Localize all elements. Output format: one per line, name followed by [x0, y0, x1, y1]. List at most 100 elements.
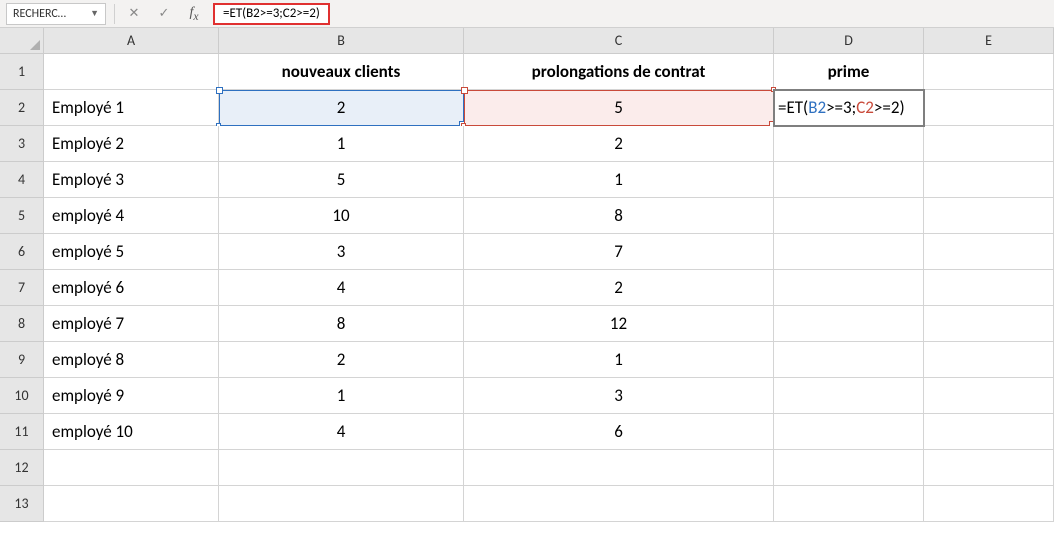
- chevron-down-icon: ▼: [90, 8, 99, 19]
- cell[interactable]: [774, 270, 924, 306]
- cancel-formula-button[interactable]: ✕: [123, 3, 145, 25]
- select-all-corner[interactable]: [0, 28, 44, 54]
- cell[interactable]: [774, 234, 924, 270]
- cell[interactable]: 1: [219, 126, 464, 162]
- cell[interactable]: 2: [219, 342, 464, 378]
- insert-function-button[interactable]: fx: [183, 3, 205, 25]
- cell[interactable]: 10: [219, 198, 464, 234]
- row-header[interactable]: 10: [0, 378, 44, 414]
- cell-d1[interactable]: prime: [774, 54, 924, 90]
- cell[interactable]: [774, 486, 924, 522]
- row-10: 10 employé 9 1 3: [0, 378, 1054, 414]
- formula-input[interactable]: =ET(B2>=3;C2>=2): [213, 3, 330, 25]
- row-header[interactable]: 8: [0, 306, 44, 342]
- cell[interactable]: [774, 450, 924, 486]
- cell[interactable]: employé 9: [44, 378, 219, 414]
- cell[interactable]: employé 10: [44, 414, 219, 450]
- col-header-a[interactable]: A: [44, 28, 219, 54]
- cell[interactable]: 8: [219, 306, 464, 342]
- row-13: 13: [0, 486, 1054, 522]
- col-header-e[interactable]: E: [924, 28, 1054, 54]
- cell[interactable]: [924, 486, 1054, 522]
- cell[interactable]: [774, 126, 924, 162]
- cell[interactable]: [924, 414, 1054, 450]
- cell-b2[interactable]: 2: [219, 90, 464, 126]
- cell[interactable]: employé 4: [44, 198, 219, 234]
- enter-formula-button[interactable]: ✓: [153, 3, 175, 25]
- cell[interactable]: 7: [464, 234, 774, 270]
- cell[interactable]: [464, 450, 774, 486]
- cell[interactable]: 1: [464, 342, 774, 378]
- cell-a1[interactable]: [44, 54, 219, 90]
- cell[interactable]: [464, 486, 774, 522]
- cell-b1[interactable]: nouveaux clients: [219, 54, 464, 90]
- cell[interactable]: 12: [464, 306, 774, 342]
- cell[interactable]: [924, 270, 1054, 306]
- cell[interactable]: 2: [464, 270, 774, 306]
- row-header[interactable]: 9: [0, 342, 44, 378]
- col-header-b[interactable]: B: [219, 28, 464, 54]
- row-header[interactable]: 2: [0, 90, 44, 126]
- cell[interactable]: [774, 414, 924, 450]
- cell[interactable]: [44, 450, 219, 486]
- row-7: 7 employé 6 4 2: [0, 270, 1054, 306]
- cell[interactable]: [774, 378, 924, 414]
- cell[interactable]: 3: [219, 234, 464, 270]
- cell[interactable]: [219, 486, 464, 522]
- cell[interactable]: employé 8: [44, 342, 219, 378]
- cell[interactable]: 2: [464, 126, 774, 162]
- cell-a2[interactable]: Employé 1: [44, 90, 219, 126]
- cell[interactable]: 3: [464, 378, 774, 414]
- row-5: 5 employé 4 10 8: [0, 198, 1054, 234]
- cell[interactable]: [924, 342, 1054, 378]
- cell[interactable]: 1: [219, 378, 464, 414]
- cell-c1[interactable]: prolongations de contrat: [464, 54, 774, 90]
- row-header[interactable]: 12: [0, 450, 44, 486]
- row-9: 9 employé 8 2 1: [0, 342, 1054, 378]
- cell[interactable]: [774, 162, 924, 198]
- cell-e1[interactable]: [924, 54, 1054, 90]
- cell[interactable]: [774, 198, 924, 234]
- cell[interactable]: [924, 306, 1054, 342]
- cell[interactable]: [924, 378, 1054, 414]
- cell[interactable]: [924, 450, 1054, 486]
- cell[interactable]: 1: [464, 162, 774, 198]
- cell[interactable]: [924, 162, 1054, 198]
- cell[interactable]: Employé 2: [44, 126, 219, 162]
- col-header-c[interactable]: C: [464, 28, 774, 54]
- editing-formula: =ET(B2>=3;C2>=2): [778, 97, 905, 118]
- cell[interactable]: Employé 3: [44, 162, 219, 198]
- cell[interactable]: [924, 126, 1054, 162]
- cell[interactable]: [924, 198, 1054, 234]
- cell[interactable]: 6: [464, 414, 774, 450]
- cell[interactable]: 8: [464, 198, 774, 234]
- cell[interactable]: 5: [219, 162, 464, 198]
- row-header[interactable]: 4: [0, 162, 44, 198]
- cell[interactable]: employé 5: [44, 234, 219, 270]
- row-header[interactable]: 1: [0, 54, 44, 90]
- cell[interactable]: [44, 486, 219, 522]
- row-4: 4 Employé 3 5 1: [0, 162, 1054, 198]
- cell[interactable]: employé 6: [44, 270, 219, 306]
- cell[interactable]: [774, 306, 924, 342]
- cell-d2-editing[interactable]: =ET(B2>=3;C2>=2): [774, 90, 924, 126]
- cell-c2[interactable]: 5: [464, 90, 774, 126]
- cell[interactable]: [924, 234, 1054, 270]
- formula-bar: RECHERC… ▼ ✕ ✓ fx =ET(B2>=3;C2>=2): [0, 0, 1054, 28]
- row-header[interactable]: 6: [0, 234, 44, 270]
- col-header-d[interactable]: D: [774, 28, 924, 54]
- row-header[interactable]: 11: [0, 414, 44, 450]
- row-header[interactable]: 5: [0, 198, 44, 234]
- row-header[interactable]: 7: [0, 270, 44, 306]
- cell-e2[interactable]: [924, 90, 1054, 126]
- row-3: 3 Employé 2 1 2: [0, 126, 1054, 162]
- cell[interactable]: [219, 450, 464, 486]
- cell[interactable]: 4: [219, 414, 464, 450]
- cell[interactable]: employé 7: [44, 306, 219, 342]
- name-box[interactable]: RECHERC… ▼: [6, 3, 106, 25]
- cell[interactable]: [774, 342, 924, 378]
- row-12: 12: [0, 450, 1054, 486]
- cell[interactable]: 4: [219, 270, 464, 306]
- row-header[interactable]: 13: [0, 486, 44, 522]
- row-header[interactable]: 3: [0, 126, 44, 162]
